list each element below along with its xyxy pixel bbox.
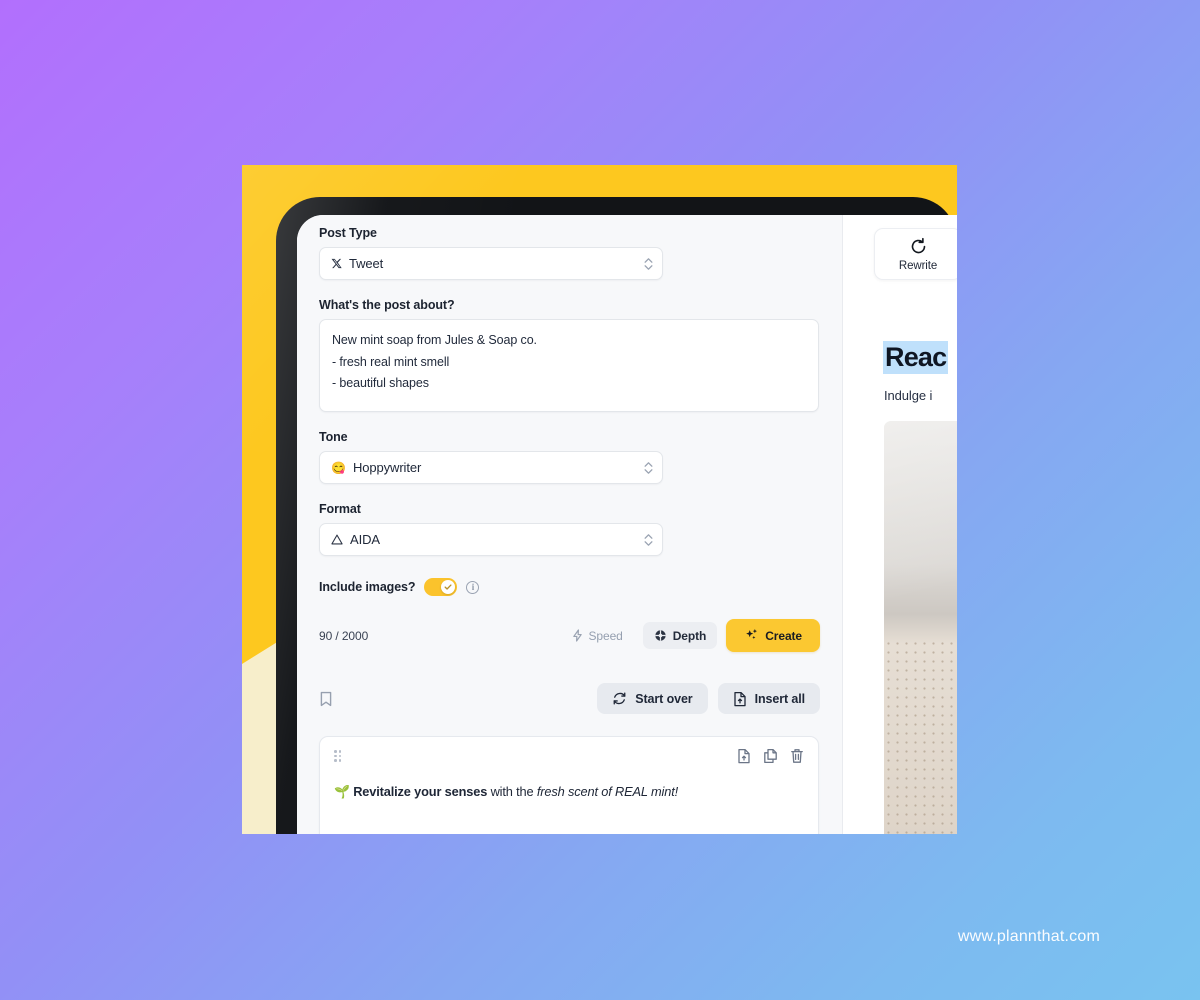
preview-headline: Reac: [883, 341, 949, 374]
tone-label: Tone: [319, 430, 348, 444]
preview-image-sheen: [884, 421, 957, 834]
post-type-label: Post Type: [319, 226, 377, 240]
include-images-row: Include images? i: [319, 578, 820, 596]
result-card-text: 🌱 Revitalize your senses with the fresh …: [334, 784, 804, 800]
result-card-header: [334, 748, 804, 764]
sprout-emoji-icon: 🌱: [334, 784, 350, 799]
composer-form-pane: Post Type Tweet What's the post about? N…: [297, 215, 843, 834]
drag-handle-icon[interactable]: [334, 750, 342, 762]
post-about-label: What's the post about?: [319, 298, 455, 312]
insert-file-icon: [733, 691, 746, 706]
start-over-label: Start over: [635, 691, 693, 706]
chevron-updown-icon: [644, 257, 653, 270]
chevron-updown-icon: [644, 533, 653, 546]
tone-select[interactable]: 😋 Hoppywriter: [319, 451, 663, 484]
x-twitter-icon: [331, 258, 342, 269]
preview-image: [884, 421, 957, 834]
include-images-toggle[interactable]: [424, 578, 458, 596]
speed-mode-button[interactable]: Speed: [561, 622, 634, 649]
trash-icon[interactable]: [790, 748, 804, 764]
tongue-emoji-icon: 😋: [331, 460, 346, 475]
format-label: Format: [319, 502, 361, 516]
insert-all-button[interactable]: Insert all: [717, 683, 820, 714]
result-text-bold: Revitalize your senses: [353, 784, 488, 799]
result-text-plain: with the: [487, 784, 537, 799]
rewrite-refresh-icon: [911, 237, 925, 253]
result-text-italic: fresh scent of REAL mint!: [536, 784, 679, 799]
create-button[interactable]: Create: [726, 619, 820, 652]
copy-icon[interactable]: [763, 748, 778, 764]
insert-all-label: Insert all: [754, 691, 806, 706]
lightning-icon: [572, 629, 582, 642]
preview-subtitle: Indulge i: [884, 388, 933, 403]
bookmark-icon[interactable]: [319, 691, 333, 707]
post-about-line-3: - beautiful shapes: [332, 376, 429, 390]
character-counter: 90 / 2000: [319, 628, 369, 643]
rewrite-button[interactable]: Rewrite: [874, 228, 957, 280]
generate-actions-row: 90 / 2000 Speed Depth Create: [319, 619, 820, 652]
tone-value: Hoppywriter: [352, 460, 422, 475]
depth-label: Depth: [672, 628, 707, 643]
chevron-updown-icon: [644, 461, 653, 474]
tablet-screen: Post Type Tweet What's the post about? N…: [297, 215, 957, 834]
start-over-button[interactable]: Start over: [597, 683, 708, 714]
watermark-url: www.plannthat.com: [957, 928, 1100, 945]
post-type-select[interactable]: Tweet: [319, 247, 663, 280]
sparkles-icon: [746, 629, 758, 640]
format-select[interactable]: AIDA: [319, 523, 663, 556]
secondary-actions-right: Start over Insert all: [597, 683, 820, 714]
include-images-label: Include images?: [319, 580, 416, 594]
post-about-textarea[interactable]: New mint soap from Jules & Soap co. - fr…: [319, 319, 819, 412]
export-icon[interactable]: [737, 748, 751, 764]
preview-pane: Rewrite Reac Indulge i: [843, 215, 957, 834]
secondary-actions-row: Start over Insert all: [319, 683, 820, 714]
toggle-knob: [441, 580, 456, 594]
depth-mode-button[interactable]: Depth: [642, 622, 718, 649]
post-about-line-2: - fresh real mint smell: [332, 354, 450, 369]
refresh-icon: [613, 692, 626, 705]
result-card-icons: [737, 748, 804, 764]
rewrite-label: Rewrite: [898, 259, 938, 272]
post-type-value: Tweet: [349, 256, 384, 271]
generate-actions-right: Speed Depth Create: [561, 619, 820, 652]
generated-result-card: 🌱 Revitalize your senses with the fresh …: [319, 736, 819, 834]
post-about-line-1: New mint soap from Jules & Soap co.: [332, 333, 537, 347]
brain-icon: [655, 630, 666, 641]
triangle-warning-icon: [331, 534, 343, 545]
info-icon[interactable]: i: [466, 580, 480, 594]
format-value: AIDA: [350, 532, 380, 547]
speed-label: Speed: [588, 628, 623, 643]
create-label: Create: [765, 628, 802, 643]
